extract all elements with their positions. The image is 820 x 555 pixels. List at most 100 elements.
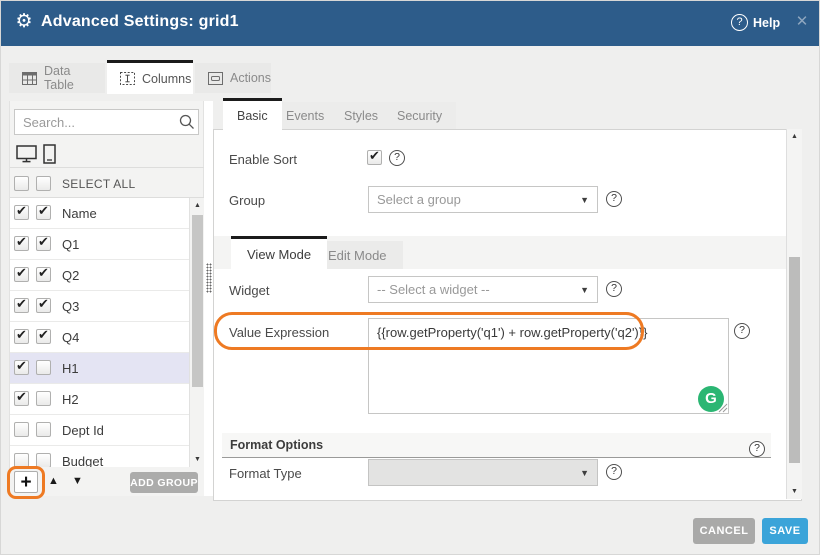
tab-label: Columns xyxy=(142,72,191,86)
scrollbar-thumb[interactable] xyxy=(192,215,203,387)
add-column-button[interactable] xyxy=(14,471,38,493)
search-icon[interactable] xyxy=(178,113,196,131)
desktop-checkbox[interactable] xyxy=(14,267,29,282)
column-row-budget[interactable]: Budget xyxy=(10,446,205,467)
column-list: Name Q1 Q2 Q3 Q4 H1 H2Dept IdBudget xyxy=(10,198,205,467)
mobile-checkbox[interactable] xyxy=(36,422,51,437)
widget-label: Widget xyxy=(229,283,269,298)
tab-label: Basic xyxy=(237,109,268,123)
sidebar-scrollbar[interactable] xyxy=(189,198,205,467)
gear-icon xyxy=(13,11,35,33)
column-row-h1[interactable]: H1 xyxy=(10,353,205,384)
mobile-checkbox[interactable] xyxy=(36,267,51,282)
tab-basic[interactable]: Basic xyxy=(223,98,282,130)
format-options-header: Format Options xyxy=(222,433,771,458)
mobile-checkbox[interactable] xyxy=(36,360,51,375)
group-label: Group xyxy=(229,193,265,208)
column-row-q2[interactable]: Q2 xyxy=(10,260,205,291)
dialog-title: Advanced Settings: grid1 xyxy=(41,13,239,31)
column-row-dept-id[interactable]: Dept Id xyxy=(10,415,205,446)
column-row-q3[interactable]: Q3 xyxy=(10,291,205,322)
tab-view-mode[interactable]: View Mode xyxy=(231,236,327,270)
widget-select[interactable]: -- Select a widget -- xyxy=(368,276,598,303)
column-label: H1 xyxy=(62,361,79,376)
help-label: Help xyxy=(753,16,780,30)
mobile-checkbox[interactable] xyxy=(36,205,51,220)
device-toggle-row xyxy=(10,141,205,168)
value-expression-label: Value Expression xyxy=(229,325,329,340)
column-row-name[interactable]: Name xyxy=(10,198,205,229)
move-up-button[interactable] xyxy=(48,475,59,487)
mobile-checkbox[interactable] xyxy=(36,236,51,251)
enable-sort-label: Enable Sort xyxy=(229,152,297,167)
select-all-desktop-checkbox[interactable] xyxy=(14,176,29,191)
move-down-button[interactable] xyxy=(72,475,83,487)
tab-events[interactable]: Events xyxy=(272,102,338,129)
chevron-down-icon xyxy=(580,195,589,205)
group-select-value: Select a group xyxy=(377,192,461,207)
scroll-down-icon[interactable] xyxy=(190,456,205,463)
close-icon[interactable] xyxy=(793,13,811,31)
column-row-q4[interactable]: Q4 xyxy=(10,322,205,353)
scroll-up-icon[interactable] xyxy=(190,202,205,209)
widget-help-icon[interactable] xyxy=(606,281,622,297)
desktop-checkbox[interactable] xyxy=(14,329,29,344)
value-expression-help-icon[interactable] xyxy=(734,323,750,339)
tab-label: Events xyxy=(286,109,324,123)
column-label: Name xyxy=(62,206,97,221)
desktop-checkbox[interactable] xyxy=(14,453,29,467)
cancel-button[interactable]: CANCEL xyxy=(693,518,755,544)
panel-scrollbar[interactable] xyxy=(786,129,802,499)
search-input[interactable] xyxy=(14,109,199,135)
column-label: Q2 xyxy=(62,268,79,283)
format-type-select[interactable] xyxy=(368,459,598,486)
mobile-checkbox[interactable] xyxy=(36,329,51,344)
drag-grip-icon xyxy=(206,263,212,293)
desktop-checkbox[interactable] xyxy=(14,391,29,406)
add-group-button[interactable]: ADD GROUP xyxy=(130,472,198,493)
column-label: Q3 xyxy=(62,299,79,314)
advanced-settings-dialog: Advanced Settings: grid1 Help Data Table… xyxy=(0,0,820,555)
desktop-checkbox[interactable] xyxy=(14,360,29,375)
desktop-icon[interactable] xyxy=(16,145,37,163)
format-type-help-icon[interactable] xyxy=(606,464,622,480)
format-options-help-icon[interactable] xyxy=(749,441,765,457)
enable-sort-checkbox[interactable] xyxy=(367,150,382,165)
actions-icon xyxy=(208,72,223,85)
column-row-h2[interactable]: H2 xyxy=(10,384,205,415)
tab-label: Actions xyxy=(230,71,271,85)
value-expression-input[interactable]: {{row.getProperty('q1') + row.getPropert… xyxy=(368,318,729,414)
sidebar-footer: ADD GROUP xyxy=(10,467,205,496)
dialog-titlebar: Advanced Settings: grid1 Help xyxy=(1,1,820,46)
desktop-checkbox[interactable] xyxy=(14,422,29,437)
mobile-icon[interactable] xyxy=(43,144,56,164)
desktop-checkbox[interactable] xyxy=(14,298,29,313)
scrollbar-thumb[interactable] xyxy=(789,257,800,463)
help-button[interactable]: Help xyxy=(731,14,780,34)
mobile-checkbox[interactable] xyxy=(36,298,51,313)
select-all-mobile-checkbox[interactable] xyxy=(36,176,51,191)
tab-data-table[interactable]: Data Table xyxy=(9,63,105,93)
select-all-row[interactable]: SELECT ALL xyxy=(10,169,205,198)
save-button[interactable]: SAVE xyxy=(762,518,808,544)
format-options-title: Format Options xyxy=(230,438,323,452)
desktop-checkbox[interactable] xyxy=(14,236,29,251)
enable-sort-help-icon[interactable] xyxy=(389,150,405,166)
grammarly-icon[interactable] xyxy=(698,386,724,412)
scroll-up-icon[interactable] xyxy=(787,133,802,140)
mobile-checkbox[interactable] xyxy=(36,453,51,467)
tab-label: Data Table xyxy=(44,64,92,92)
panel-splitter[interactable] xyxy=(204,101,213,496)
widget-select-value: -- Select a widget -- xyxy=(377,282,490,297)
scroll-down-icon[interactable] xyxy=(787,488,802,495)
column-row-q1[interactable]: Q1 xyxy=(10,229,205,260)
desktop-checkbox[interactable] xyxy=(14,205,29,220)
group-help-icon[interactable] xyxy=(606,191,622,207)
tab-columns[interactable]: Columns xyxy=(107,60,193,94)
mobile-checkbox[interactable] xyxy=(36,391,51,406)
select-all-label: SELECT ALL xyxy=(62,177,136,191)
tab-security[interactable]: Security xyxy=(383,102,456,129)
tab-actions[interactable]: Actions xyxy=(195,63,271,93)
column-label: Q1 xyxy=(62,237,79,252)
group-select[interactable]: Select a group xyxy=(368,186,598,213)
